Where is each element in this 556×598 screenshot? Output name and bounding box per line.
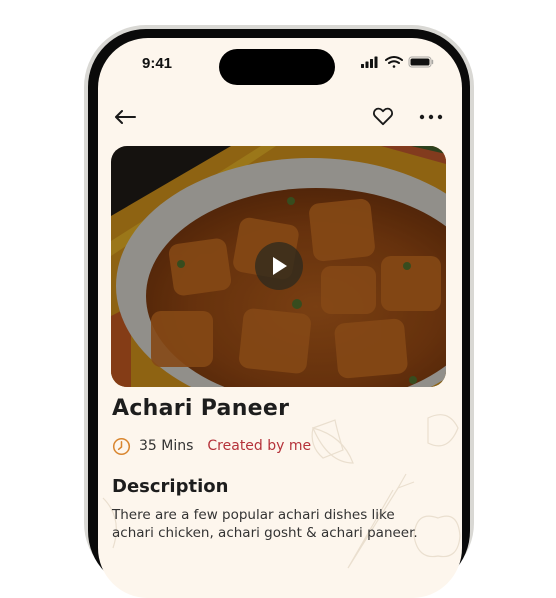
- heart-icon: [373, 107, 393, 126]
- more-horizontal-icon: [419, 114, 443, 120]
- recipe-title: Achari Paneer: [112, 396, 290, 421]
- clock-icon: [112, 437, 131, 455]
- recipe-duration: 35 Mins: [139, 438, 194, 454]
- dynamic-island: [219, 49, 335, 85]
- recipe-meta: 35 Mins Created by me: [112, 436, 311, 456]
- description-text: There are a few popular achari dishes li…: [112, 507, 418, 541]
- battery-icon: [408, 56, 434, 68]
- wifi-icon: [385, 56, 403, 68]
- description-heading: Description: [112, 476, 229, 497]
- cup-doodle: [311, 419, 344, 459]
- arrow-left-icon: [115, 110, 136, 124]
- status-bar: 9:41: [98, 38, 462, 88]
- cellular-signal-icon: [361, 56, 378, 68]
- top-navigation: [98, 98, 462, 138]
- status-icons: [361, 56, 434, 68]
- app-screen: 9:41 Achari Paneer 35 Mins Created by me…: [98, 38, 462, 598]
- back-button[interactable]: [112, 106, 138, 128]
- watermelon-doodle: [427, 414, 459, 447]
- recipe-creator[interactable]: Created by me: [207, 438, 311, 454]
- play-icon: [273, 257, 287, 275]
- recipe-video-thumbnail[interactable]: [111, 146, 446, 387]
- leaf-doodle: [311, 427, 354, 464]
- more-options-button[interactable]: [416, 106, 446, 128]
- play-button[interactable]: [255, 242, 303, 290]
- favorite-button[interactable]: [370, 104, 396, 128]
- status-time: 9:41: [142, 55, 173, 72]
